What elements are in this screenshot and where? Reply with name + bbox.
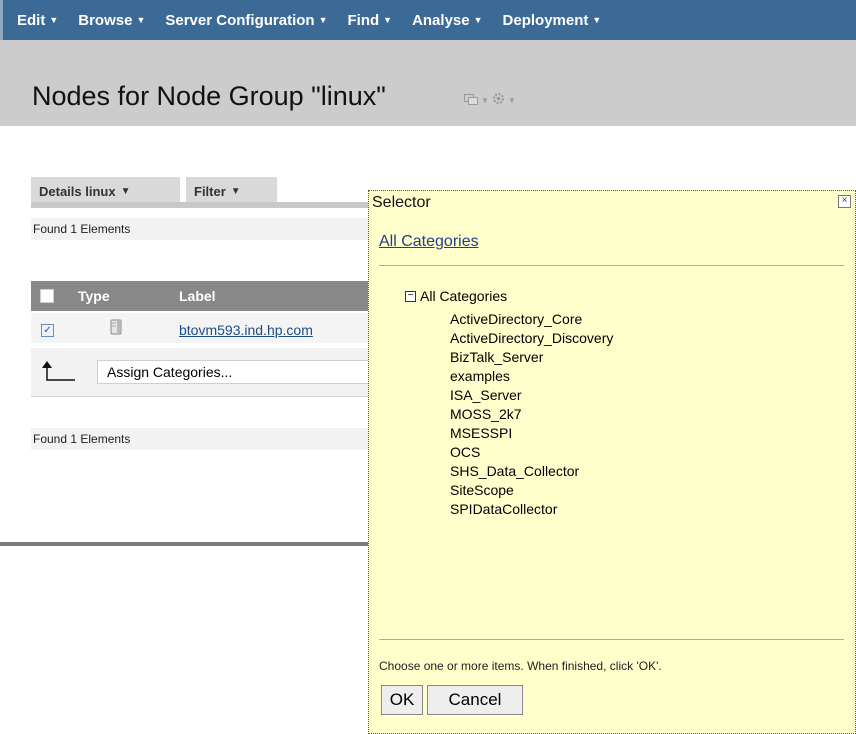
row-checkbox[interactable]: ✓ — [41, 324, 54, 337]
window-icon[interactable] — [464, 93, 478, 108]
menu-deployment-label: Deployment — [502, 11, 589, 29]
selector-dialog: Selector × All Categories − All Categori… — [368, 190, 856, 734]
tree-root[interactable]: − All Categories — [405, 288, 507, 304]
tree-root-label: All Categories — [420, 288, 508, 304]
tab-filter[interactable]: Filter ▼ — [186, 177, 277, 205]
caret-down-icon: ▼ — [120, 185, 131, 197]
assign-categories-button[interactable]: Assign Categories... — [97, 360, 409, 384]
category-item[interactable]: SPIDataCollector — [450, 500, 613, 519]
menu-server-configuration[interactable]: Server Configuration ▼ — [165, 12, 327, 29]
category-item[interactable]: examples — [450, 367, 613, 386]
menu-analyse-label: Analyse — [412, 11, 470, 29]
menu-analyse[interactable]: Analyse ▼ — [412, 12, 482, 29]
menu-find[interactable]: Find ▼ — [347, 12, 392, 29]
category-item[interactable]: MOSS_2k7 — [450, 405, 613, 424]
node-link[interactable]: btovm593.ind.hp.com — [179, 322, 313, 338]
tab-filter-label: Filter — [194, 183, 226, 199]
tabs-underline — [31, 202, 409, 208]
menu-browse[interactable]: Browse ▼ — [78, 12, 145, 29]
caret-down-icon: ▼ — [383, 15, 393, 25]
category-item[interactable]: SiteScope — [450, 481, 613, 500]
category-item[interactable]: ActiveDirectory_Core — [450, 310, 613, 329]
caret-down-icon[interactable]: ▼ — [481, 96, 489, 105]
menu-edit[interactable]: Edit ▼ — [17, 12, 58, 29]
title-icons: ▼ ▼ — [464, 92, 519, 108]
category-item[interactable]: SHS_Data_Collector — [450, 462, 613, 481]
select-all-checkbox[interactable] — [40, 289, 54, 303]
divider — [0, 542, 372, 546]
category-list: ActiveDirectory_Core ActiveDirectory_Dis… — [450, 310, 613, 519]
category-item[interactable]: BizTalk_Server — [450, 348, 613, 367]
caret-down-icon[interactable]: ▼ — [508, 96, 516, 105]
server-icon — [109, 319, 123, 335]
found-count-top: Found 1 Elements — [31, 218, 409, 240]
cancel-button[interactable]: Cancel — [427, 685, 523, 715]
category-item[interactable]: OCS — [450, 443, 613, 462]
category-item[interactable]: MSESSPI — [450, 424, 613, 443]
divider — [379, 265, 844, 266]
selector-hint: Choose one or more items. When finished,… — [379, 659, 662, 673]
menu-find-label: Find — [347, 11, 380, 29]
top-menu-bar: Edit ▼ Browse ▼ Server Configuration ▼ Find… — [0, 0, 856, 40]
menu-server-configuration-label: Server Configuration — [165, 11, 315, 29]
selector-title: Selector — [372, 194, 431, 211]
category-item[interactable]: ActiveDirectory_Discovery — [450, 329, 613, 348]
table-row: ✓ btovm593.ind.hp.com — [31, 313, 409, 343]
close-icon[interactable]: × — [838, 195, 851, 208]
page-title: Nodes for Node Group "linux" — [32, 81, 386, 111]
menu-browse-label: Browse — [78, 11, 133, 29]
column-header-label[interactable]: Label — [179, 288, 216, 304]
selector-breadcrumb[interactable]: All Categories — [379, 233, 479, 251]
caret-down-icon: ▼ — [136, 15, 146, 25]
category-item[interactable]: ISA_Server — [450, 386, 613, 405]
caret-down-icon: ▼ — [318, 15, 328, 25]
menu-deployment[interactable]: Deployment ▼ — [503, 12, 602, 29]
caret-down-icon: ▼ — [230, 185, 241, 197]
gear-icon[interactable] — [492, 92, 505, 108]
tab-details[interactable]: Details linux ▼ — [31, 177, 180, 205]
menu-edit-label: Edit — [17, 11, 46, 29]
found-count-bottom: Found 1 Elements — [31, 428, 409, 450]
table-header: Type Label — [31, 281, 409, 311]
ok-button[interactable]: OK — [381, 685, 423, 715]
divider — [379, 639, 844, 640]
caret-down-icon: ▼ — [592, 15, 602, 25]
bulk-action-row: Assign Categories... — [31, 348, 409, 397]
column-header-type[interactable]: Type — [78, 288, 110, 304]
caret-down-icon: ▼ — [473, 15, 483, 25]
caret-down-icon: ▼ — [49, 15, 59, 25]
collapse-icon[interactable]: − — [405, 290, 416, 302]
selection-arrow-icon — [41, 359, 77, 383]
tab-details-label: Details linux — [39, 183, 116, 199]
